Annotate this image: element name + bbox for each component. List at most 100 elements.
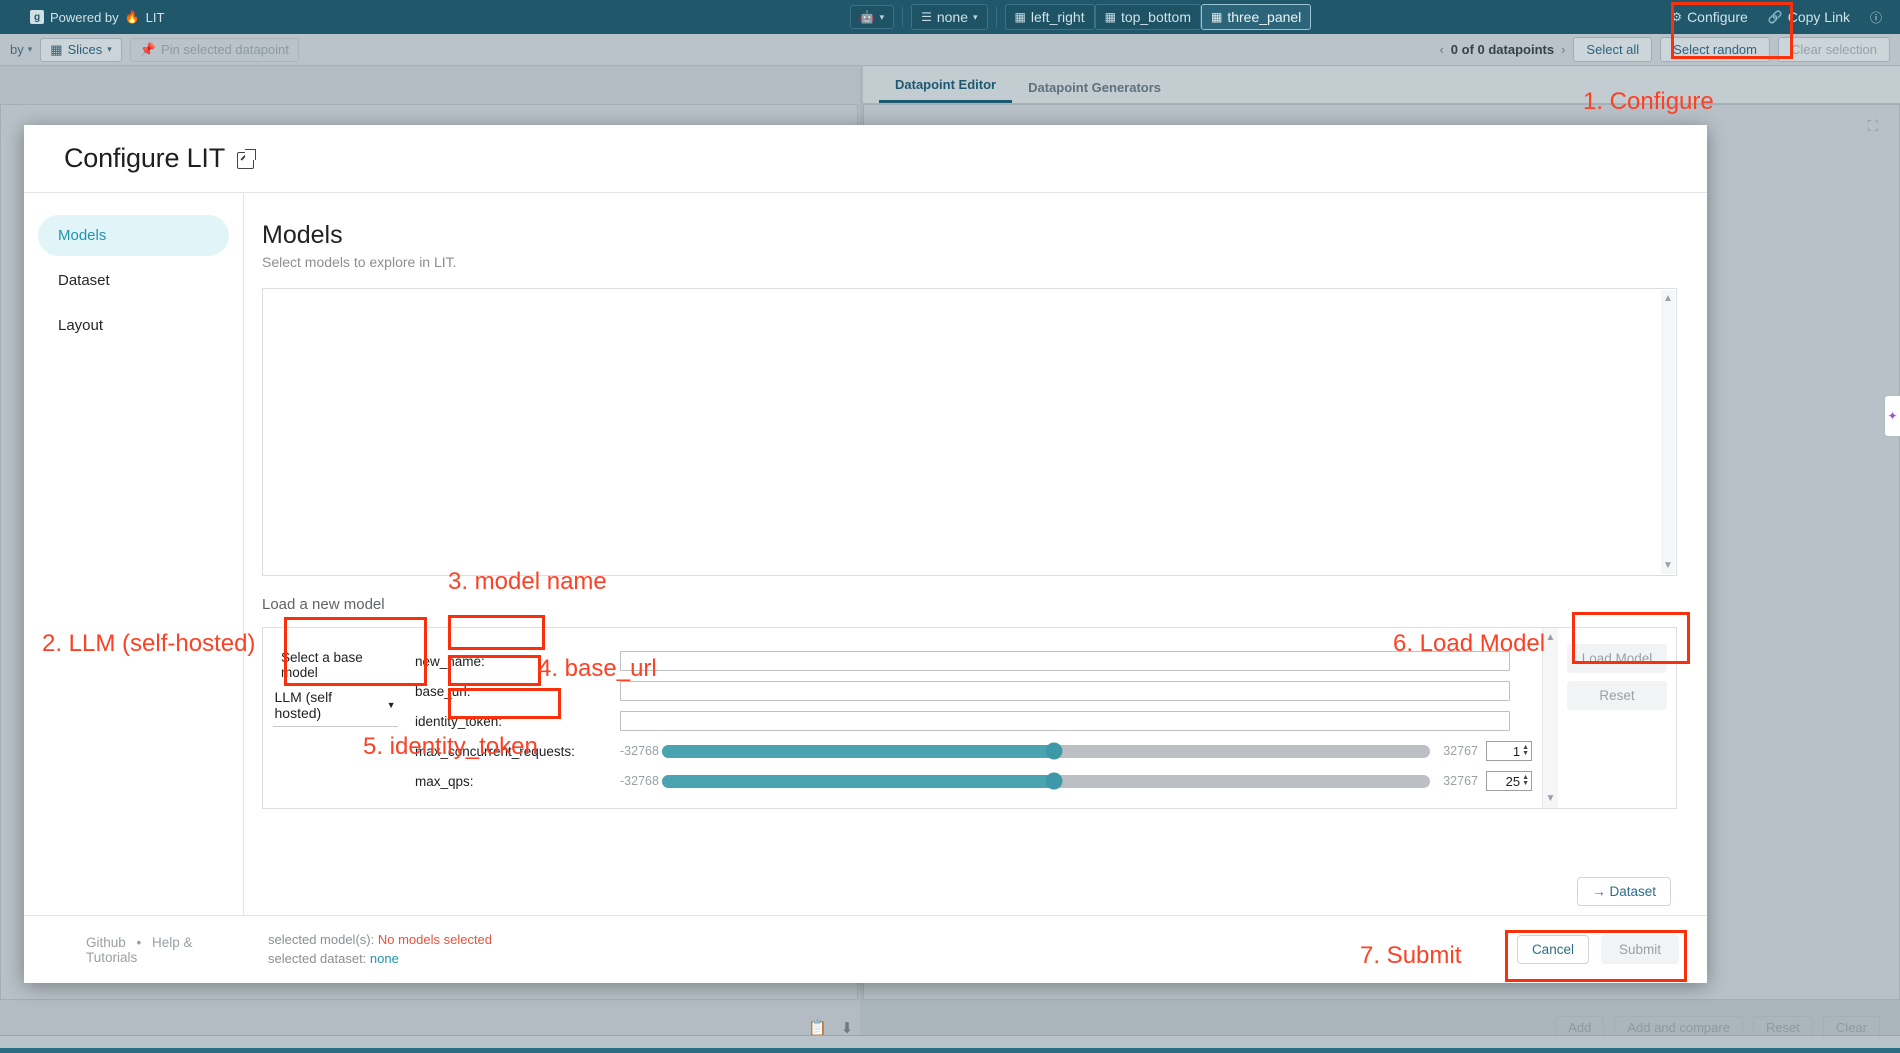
max-concurrent-requests-slider[interactable] [662, 745, 1430, 758]
layout-left-right-label: left_right [1031, 9, 1085, 25]
dialog-body: Models Dataset Layout Models Select mode… [24, 193, 1707, 915]
clear-selection-button[interactable]: Clear selection [1778, 37, 1890, 62]
stepper-arrows-icon[interactable]: ▲▼ [1522, 775, 1529, 787]
slices-icon: ▦ [50, 42, 62, 58]
help-button[interactable]: ⓘ [1860, 4, 1892, 31]
github-link[interactable]: Github [86, 935, 126, 950]
identity-token-label: identity_token: [415, 714, 620, 729]
max-concurrent-requests-stepper[interactable]: 1 ▲▼ [1486, 741, 1532, 761]
open-external-icon[interactable] [237, 152, 254, 169]
layout-icon: ☰ [921, 10, 932, 24]
base-url-input[interactable] [620, 681, 1510, 701]
layout-top-bottom-button[interactable]: ▦ top_bottom [1095, 4, 1201, 30]
selection-status: selected model(s): No models selected se… [244, 931, 492, 969]
field-row-max-concurrent-requests: max_concurrent_requests: -32768 32767 1 … [415, 736, 1538, 766]
layout-none-label: none [937, 9, 968, 25]
slider-thumb[interactable] [1045, 773, 1062, 790]
scroll-up-icon[interactable]: ▲ [1663, 293, 1673, 304]
group-by-label: by [10, 42, 24, 57]
select-random-button[interactable]: Select random [1660, 37, 1770, 62]
link-icon: 🔗 [1768, 10, 1783, 24]
sidebar-item-dataset[interactable]: Dataset [38, 260, 229, 301]
section-heading: Models [262, 221, 1677, 250]
base-model-value: LLM (self hosted) [275, 689, 381, 721]
next-datapoint-icon[interactable]: › [1561, 42, 1565, 57]
global-settings-button[interactable]: 🤖 ▾ [850, 5, 894, 29]
copy-link-button[interactable]: 🔗 Copy Link [1758, 4, 1860, 30]
tab-datapoint-editor[interactable]: Datapoint Editor [879, 71, 1012, 103]
annotation-label-5: 5. identity_token [363, 733, 538, 761]
tab-datapoint-generators[interactable]: Datapoint Generators [1012, 74, 1177, 103]
annotation-label-7: 7. Submit [1360, 942, 1461, 970]
max-qps-value: 25 [1506, 774, 1520, 789]
powered-by-label: Powered by [50, 10, 119, 25]
scroll-up-icon[interactable]: ▲ [1546, 632, 1556, 643]
slider-fill [662, 775, 1054, 788]
cancel-button[interactable]: Cancel [1517, 935, 1589, 964]
select-all-button[interactable]: Select all [1573, 37, 1652, 62]
max-qps-label: max_qps: [415, 774, 620, 789]
chevron-down-icon: ▾ [107, 44, 112, 55]
max-qps-min: -32768 [620, 774, 662, 788]
scroll-down-icon[interactable]: ▼ [1663, 560, 1673, 571]
separator-dot: • [137, 935, 142, 950]
dialog-action-buttons: Cancel Submit [1517, 935, 1707, 964]
field-row-max-qps: max_qps: -32768 32767 25 ▲▼ [415, 766, 1538, 796]
grid-icon: ▦ [1211, 10, 1222, 24]
module-tabs: Datapoint Editor Datapoint Generators [863, 66, 1900, 104]
footer-links: Github • Help & Tutorials [24, 935, 244, 965]
layout-none-button[interactable]: ☰ none ▾ [911, 4, 987, 30]
max-concurrent-requests-min: -32768 [620, 744, 662, 758]
copy-link-label: Copy Link [1788, 9, 1850, 25]
layout-three-panel-label: three_panel [1227, 9, 1301, 25]
pin-datapoint-button[interactable]: 📌 Pin selected datapoint [130, 38, 299, 62]
sidebar-item-models[interactable]: Models [38, 215, 229, 256]
load-model-button[interactable]: Load Model [1567, 644, 1667, 673]
gear-icon: ⚙ [1671, 10, 1682, 24]
brand: g Powered by 🔥 LIT [30, 10, 164, 25]
layout-left-right-button[interactable]: ▦ left_right [1005, 4, 1095, 30]
form-actions: Load Model Reset [1558, 628, 1676, 808]
configure-button[interactable]: ⚙ Configure [1661, 4, 1757, 30]
datapoint-counter: ‹ 0 of 0 datapoints › [1439, 42, 1565, 57]
max-qps-slider[interactable] [662, 775, 1430, 788]
selected-models-label: selected model(s): [268, 932, 374, 947]
load-new-model-label: Load a new model [262, 596, 1677, 613]
layout-three-panel-button[interactable]: ▦ three_panel [1201, 4, 1311, 30]
sidebar-item-layout[interactable]: Layout [38, 305, 229, 346]
divider [902, 7, 903, 27]
base-model-selector: Select a base model LLM (self hosted) ▼ [263, 628, 403, 808]
next-step-row: → Dataset [262, 877, 1677, 906]
grid-icon: ▦ [1105, 10, 1116, 24]
form-reset-button[interactable]: Reset [1567, 681, 1667, 710]
go-to-dataset-button[interactable]: → Dataset [1577, 877, 1671, 906]
base-model-dropdown[interactable]: LLM (self hosted) ▼ [273, 686, 398, 727]
selected-dataset-value: none [370, 951, 399, 966]
models-list-scrollbar[interactable]: ▲ ▼ [1661, 290, 1675, 574]
pin-datapoint-label: Pin selected datapoint [161, 42, 289, 57]
select-base-model-label: Select a base model [281, 650, 389, 680]
fullscreen-icon[interactable]: ⛶ [1867, 118, 1878, 135]
stepper-arrows-icon[interactable]: ▲▼ [1522, 745, 1529, 757]
lit-brand-name: LIT [146, 10, 165, 25]
submit-button[interactable]: Submit [1601, 935, 1679, 964]
layout-top-bottom-label: top_bottom [1121, 9, 1191, 25]
robot-icon: 🤖 [860, 10, 875, 24]
models-list-box[interactable]: ▲ ▼ [262, 288, 1677, 576]
selection-toolbar: by ▾ ▦ Slices ▾ 📌 Pin selected datapoint… [0, 34, 1900, 66]
configure-lit-dialog: Configure LIT Models Dataset Layout Mode… [24, 125, 1707, 983]
annotation-label-4: 4. base_url [538, 655, 657, 683]
prev-datapoint-icon[interactable]: ‹ [1439, 42, 1443, 57]
max-qps-stepper[interactable]: 25 ▲▼ [1486, 771, 1532, 791]
max-qps-max: 32767 [1436, 774, 1478, 788]
new-name-input[interactable] [620, 651, 1510, 671]
side-drawer-handle[interactable]: ✦ [1884, 395, 1900, 437]
datapoint-count-label: 0 of 0 datapoints [1451, 42, 1554, 57]
identity-token-input[interactable] [620, 711, 1510, 731]
slider-thumb[interactable] [1045, 743, 1062, 760]
scroll-down-icon[interactable]: ▼ [1546, 793, 1556, 804]
annotation-label-6: 6. Load Model [1393, 630, 1545, 658]
group-by-dropdown[interactable]: by ▾ [10, 42, 32, 57]
selected-dataset-label: selected dataset: [268, 951, 366, 966]
slices-button[interactable]: ▦ Slices ▾ [40, 38, 122, 62]
